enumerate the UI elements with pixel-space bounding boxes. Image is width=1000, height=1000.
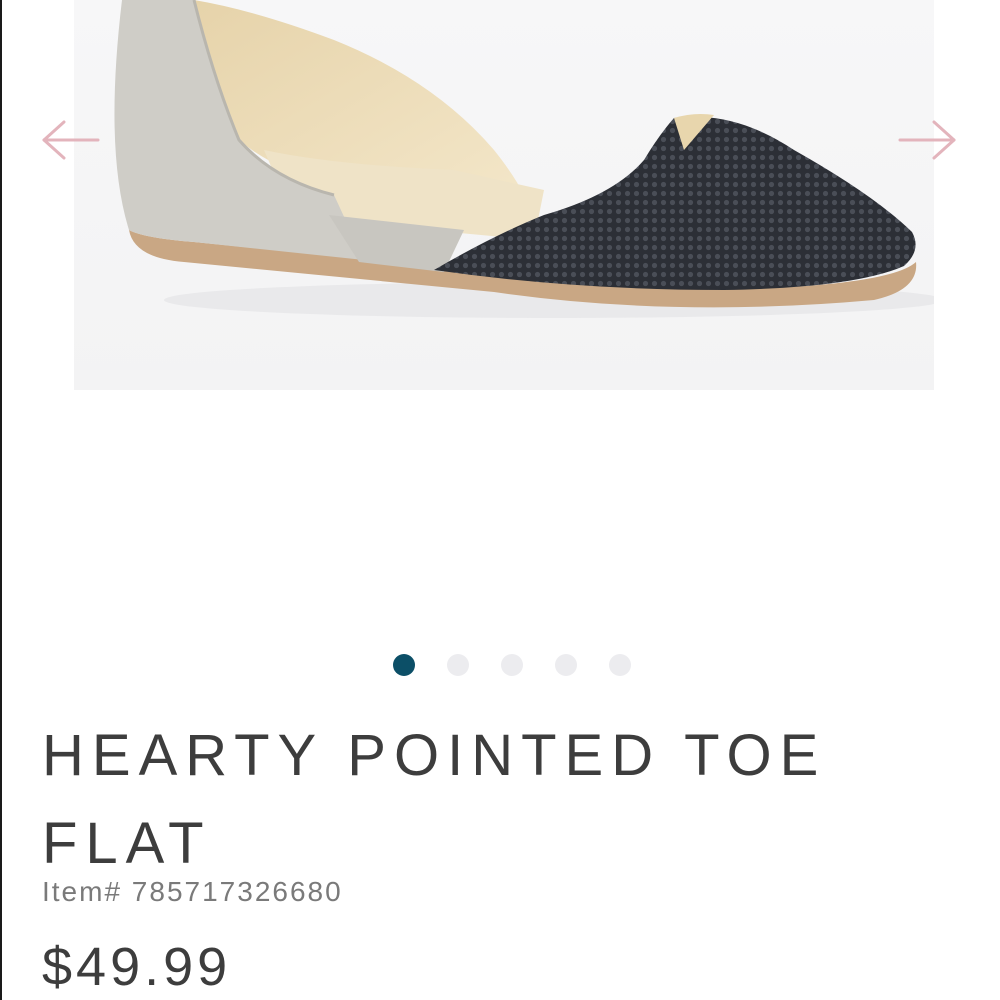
carousel-dot-5[interactable] <box>609 654 631 676</box>
image-gallery[interactable] <box>0 0 1000 676</box>
carousel-dot-1[interactable] <box>393 654 415 676</box>
product-title: HEARTY POINTED TOE FLAT <box>42 723 827 876</box>
product-image <box>74 0 934 390</box>
item-number: Item# 785717326680 <box>42 876 343 907</box>
arrow-left-icon <box>42 120 100 160</box>
carousel-dot-3[interactable] <box>501 654 523 676</box>
carousel-dot-4[interactable] <box>555 654 577 676</box>
next-image-button[interactable] <box>896 118 960 162</box>
previous-image-button[interactable] <box>38 118 102 162</box>
carousel-dot-2[interactable] <box>447 654 469 676</box>
product-price: $49.99 <box>42 937 232 997</box>
carousel-pagination <box>393 654 631 676</box>
arrow-right-icon <box>898 120 956 160</box>
product-page: HEARTY POINTED TOE FLAT Item# 7857173266… <box>0 0 1000 1000</box>
